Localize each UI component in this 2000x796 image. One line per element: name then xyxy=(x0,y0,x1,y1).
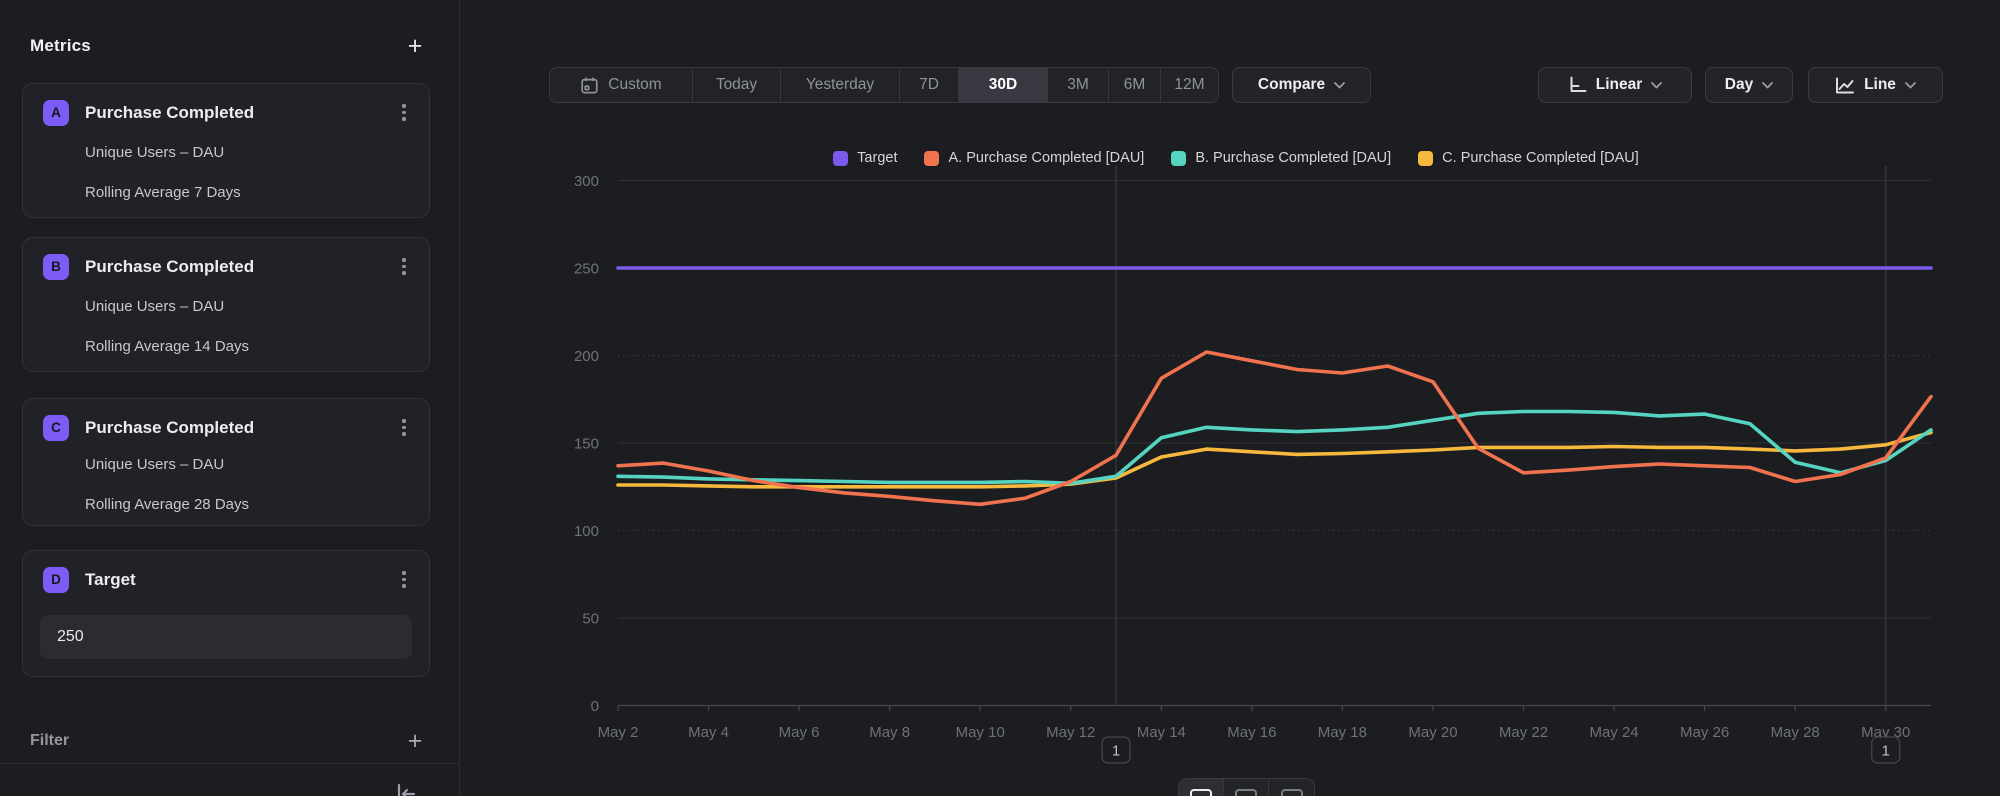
x-axis-label-may-20: May 20 xyxy=(1408,724,1457,741)
y-axis-label-0: 0 xyxy=(591,698,599,715)
y-axis-label-250: 250 xyxy=(574,261,599,278)
y-axis-label-150: 150 xyxy=(574,436,599,453)
x-axis-label-may-4: May 4 xyxy=(688,724,729,741)
chart-size-medium-button[interactable] xyxy=(1224,779,1269,796)
chart-size-large-button[interactable] xyxy=(1269,779,1314,796)
x-axis-label-may-8: May 8 xyxy=(869,724,910,741)
line-chart[interactable]: 300 250 200 150 100 50 0 May 2 May 4 May 6 May 8 Ma… xyxy=(0,0,2000,796)
x-axis-label-may-2: May 2 xyxy=(598,724,639,741)
y-axis-label-200: 200 xyxy=(574,348,599,365)
annotation-badge-label: 1 xyxy=(1112,743,1120,760)
x-axis-label-may-24: May 24 xyxy=(1589,724,1638,741)
x-axis-label-may-16: May 16 xyxy=(1227,724,1276,741)
x-axis-label-may-6: May 6 xyxy=(779,724,820,741)
chart-size-small-button[interactable] xyxy=(1179,779,1224,796)
x-axis-label-may-22: May 22 xyxy=(1499,724,1548,741)
chart-size-large-icon xyxy=(1281,789,1303,796)
chart-size-control xyxy=(1178,778,1315,796)
x-axis-label-may-10: May 10 xyxy=(956,724,1005,741)
x-axis-label-may-26: May 26 xyxy=(1680,724,1729,741)
x-axis-label-may-14: May 14 xyxy=(1137,724,1186,741)
series-line-c-purchase-completed-dau-[interactable] xyxy=(618,433,1931,487)
chart-size-small-icon xyxy=(1190,789,1212,796)
y-axis-label-100: 100 xyxy=(574,523,599,540)
annotation-badge-label: 1 xyxy=(1882,743,1890,760)
x-axis-label-may-28: May 28 xyxy=(1771,724,1820,741)
app-root: Metrics + A Purchase Completed Unique Us… xyxy=(0,0,2000,796)
y-axis-label-300: 300 xyxy=(574,173,599,190)
chart-size-medium-icon xyxy=(1235,789,1257,796)
x-axis-label-may-18: May 18 xyxy=(1318,724,1367,741)
x-axis-label-may-12: May 12 xyxy=(1046,724,1095,741)
y-axis-label-50: 50 xyxy=(582,611,599,628)
